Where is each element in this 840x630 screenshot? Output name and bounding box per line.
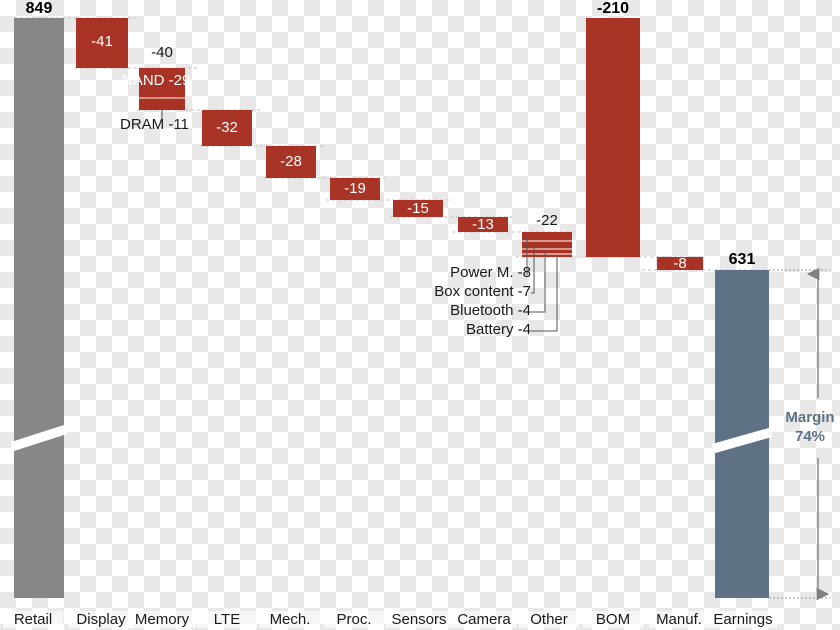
axis-label-manuf: Manuf. bbox=[649, 611, 709, 628]
axis-label-proc: Proc. bbox=[324, 611, 384, 628]
callout-power-m: Power M. -8 bbox=[450, 264, 531, 281]
bar-earnings[interactable] bbox=[712, 270, 772, 598]
callout-box-content: Box content -7 bbox=[434, 283, 531, 300]
bar-bom[interactable] bbox=[586, 18, 640, 257]
bar-mech[interactable] bbox=[266, 146, 316, 178]
bar-proc[interactable] bbox=[330, 178, 380, 200]
value-other: -22 bbox=[536, 212, 558, 229]
callout-battery: Battery -4 bbox=[465, 321, 531, 338]
bar-lte[interactable] bbox=[202, 110, 252, 146]
axis-label-bom: BOM bbox=[583, 611, 643, 628]
axis-label-lte: LTE bbox=[197, 611, 257, 628]
bar-other[interactable] bbox=[522, 232, 572, 257]
callout-bluetooth: Bluetooth -4 bbox=[450, 302, 531, 319]
total-label-earnings: 631 bbox=[728, 251, 756, 268]
margin-title: Margin bbox=[785, 409, 835, 426]
segment-label-nand: NAND -29 bbox=[122, 72, 191, 89]
waterfall-chart-figure: 849 -210 631 -41 -40 -32 -28 -19 -15 -13… bbox=[0, 0, 840, 630]
axis-label-display: Display bbox=[69, 611, 133, 628]
axis-label-camera: Camera bbox=[452, 611, 516, 628]
bar-retail[interactable] bbox=[11, 18, 67, 598]
margin-value: 74% bbox=[794, 428, 826, 445]
value-memory: -40 bbox=[151, 44, 173, 61]
axis-label-mech: Mech. bbox=[260, 611, 320, 628]
axis-label-earnings: Earnings bbox=[709, 611, 777, 628]
bar-display[interactable] bbox=[76, 18, 128, 68]
bar-sensors[interactable] bbox=[393, 200, 443, 217]
segment-label-dram: DRAM -11 bbox=[120, 116, 189, 133]
bar-manuf[interactable] bbox=[657, 257, 703, 270]
axis-label-memory: Memory bbox=[128, 611, 196, 628]
total-label-bom: -210 bbox=[596, 0, 630, 17]
axis-label-retail: Retail bbox=[3, 611, 63, 628]
total-label-retail: 849 bbox=[25, 0, 53, 17]
bar-camera[interactable] bbox=[458, 217, 508, 232]
axis-label-other: Other bbox=[519, 611, 579, 628]
margin-annotation: Margin 74% bbox=[780, 408, 840, 446]
axis-label-sensors: Sensors bbox=[386, 611, 452, 628]
